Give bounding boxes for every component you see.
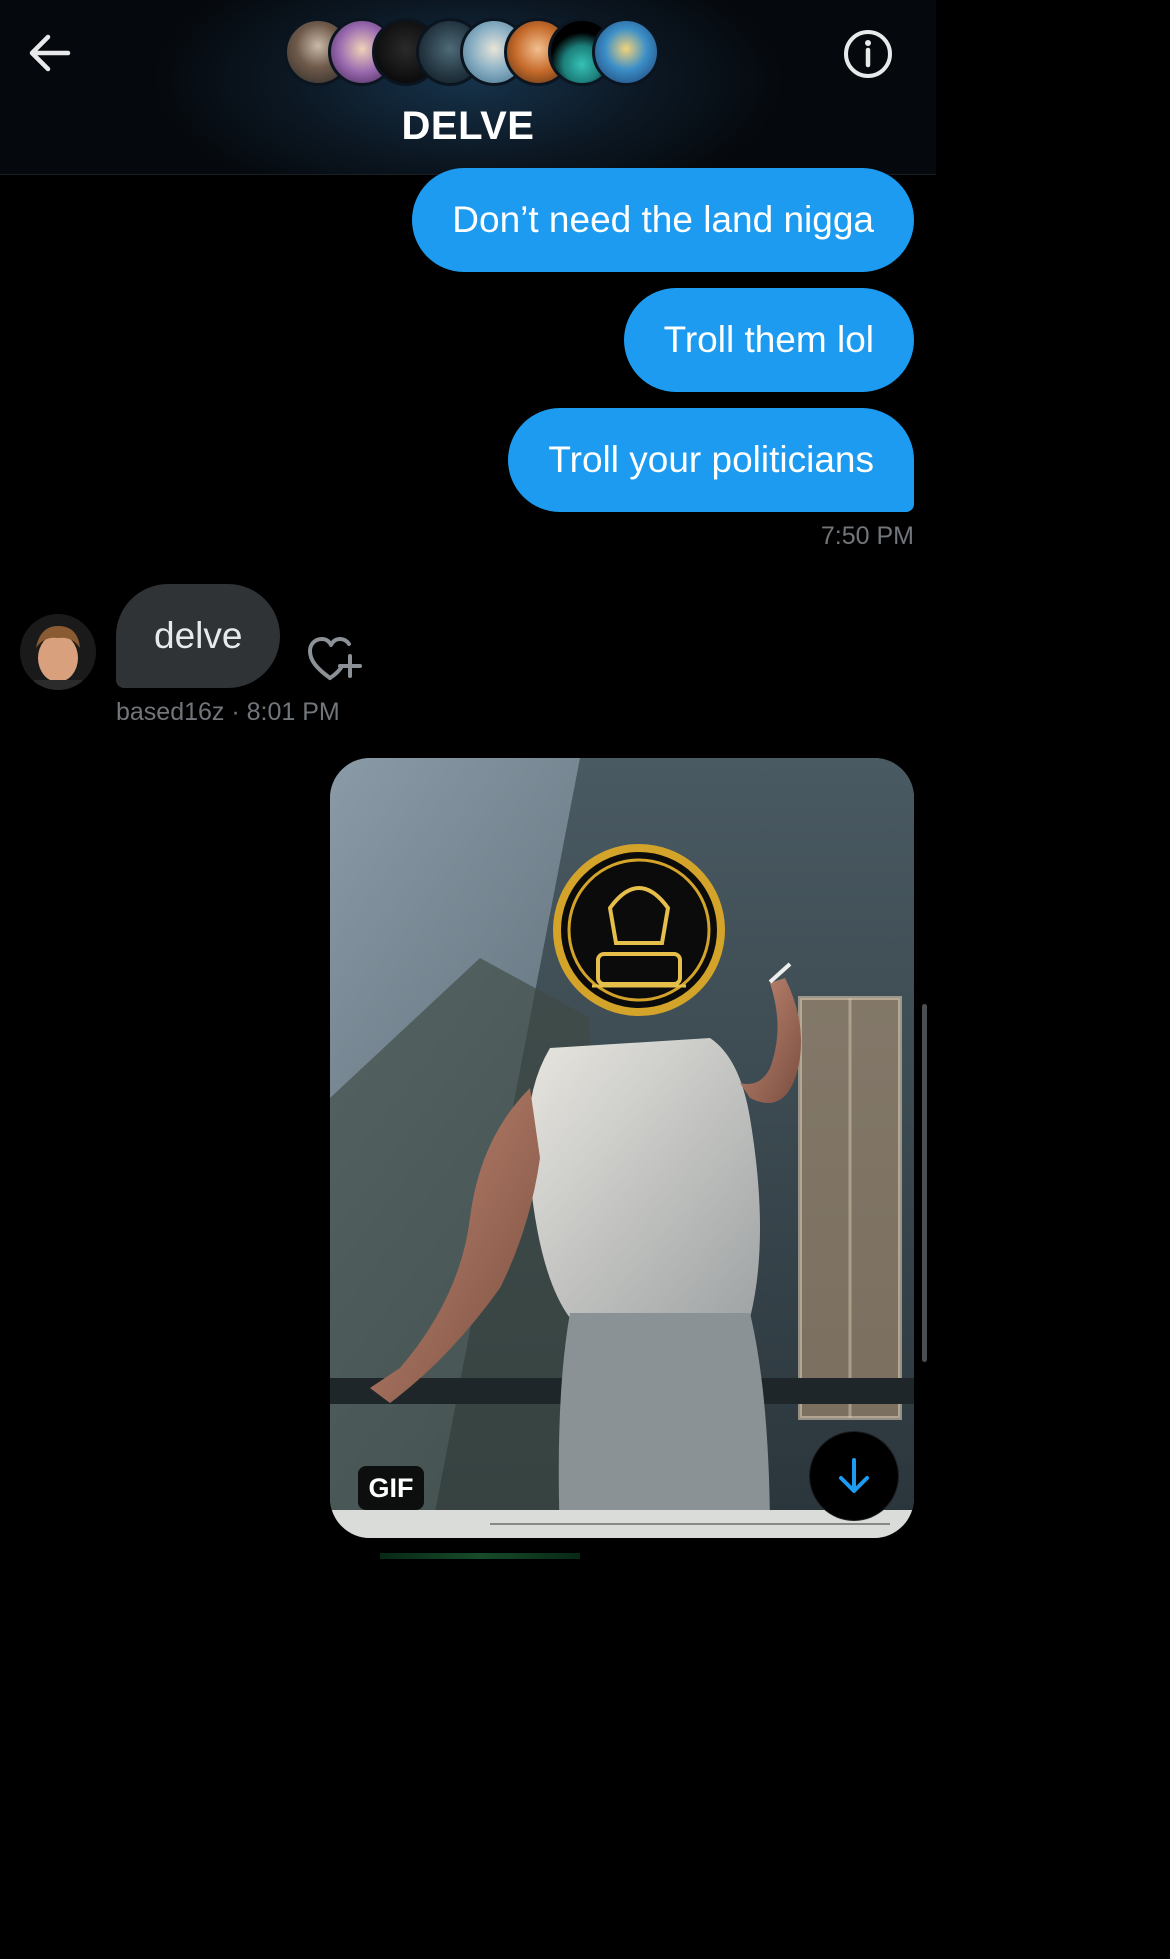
sender-avatar-image bbox=[20, 614, 96, 690]
sender-avatar[interactable] bbox=[20, 614, 96, 690]
scrollbar[interactable] bbox=[922, 1004, 927, 1362]
arrow-down-icon bbox=[839, 1458, 869, 1493]
gif-badge: GIF bbox=[358, 1466, 424, 1510]
sender-username[interactable]: based16z bbox=[116, 698, 224, 726]
conversation-title: DELVE bbox=[401, 104, 535, 148]
incoming-message[interactable]: delve bbox=[116, 584, 281, 688]
group-avatars[interactable] bbox=[284, 18, 660, 88]
add-reaction-button[interactable] bbox=[306, 636, 362, 684]
message-text: Troll them lol bbox=[663, 319, 874, 360]
outgoing-message[interactable]: Troll them lol bbox=[623, 288, 914, 392]
scroll-to-bottom-button[interactable] bbox=[810, 1432, 898, 1520]
incoming-message-meta: based16z · 8:01 PM bbox=[116, 698, 340, 727]
outgoing-message[interactable]: Don’t need the land nigga bbox=[412, 168, 914, 272]
back-button[interactable] bbox=[22, 26, 76, 80]
participant-avatar bbox=[592, 18, 660, 86]
conversation-info-button[interactable] bbox=[840, 26, 896, 82]
compose-bar-edge bbox=[380, 1553, 580, 1559]
gif-message[interactable]: GIF bbox=[330, 758, 914, 1538]
message-text: Troll your politicians bbox=[548, 439, 874, 480]
conversation-header: DELVE bbox=[0, 0, 936, 175]
message-text: Don’t need the land nigga bbox=[452, 199, 874, 240]
message-text: delve bbox=[154, 615, 243, 656]
message-timestamp: 7:50 PM bbox=[820, 522, 914, 550]
meta-separator: · bbox=[224, 698, 247, 726]
message-time: 8:01 PM bbox=[246, 698, 340, 726]
info-circle-icon bbox=[844, 30, 892, 78]
heart-plus-icon bbox=[308, 637, 362, 680]
arrow-left-icon bbox=[29, 34, 71, 72]
gif-image bbox=[330, 758, 914, 1538]
outgoing-message[interactable]: Troll your politicians bbox=[508, 408, 914, 512]
